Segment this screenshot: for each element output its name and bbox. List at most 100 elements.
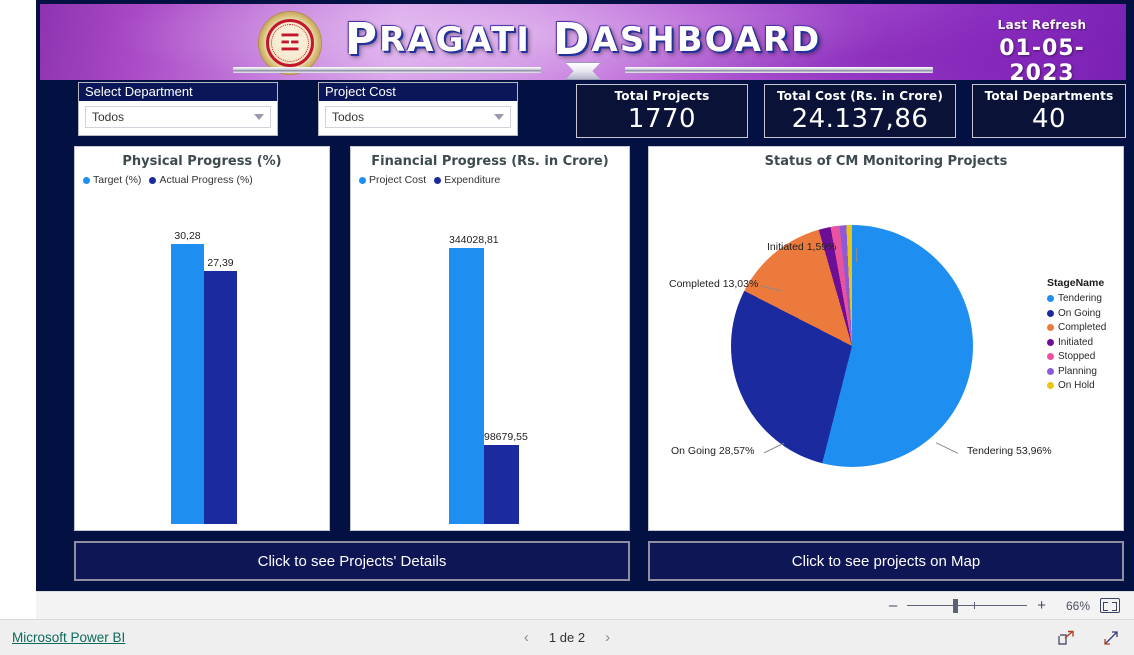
- pie-legend-swatch: [1047, 367, 1054, 375]
- projects-details-button-label: Click to see Projects' Details: [257, 552, 447, 570]
- pie-legend-label: Completed: [1058, 322, 1107, 333]
- page-title: PRAGATI DASHBOARD: [40, 14, 1126, 65]
- pie-legend-label: Tendering: [1058, 293, 1102, 304]
- zoom-slider-tick: [974, 601, 976, 609]
- legend-item-target[interactable]: Target (%): [83, 174, 141, 186]
- pie-legend-item-on-hold[interactable]: On Hold: [1047, 380, 1106, 391]
- next-page-icon[interactable]: ›: [605, 629, 610, 646]
- last-refresh-date: 01-05-2023: [999, 36, 1085, 80]
- report-canvas: ☲ PRAGATI DASHBOARD Last Refresh 01-05-20…: [36, 0, 1134, 591]
- kpi-total-cost-value: 24.137,86: [791, 104, 929, 134]
- kpi-card-total-projects: Total Projects 1770: [576, 84, 748, 138]
- bar-fill: [449, 248, 484, 524]
- chart-financial-progress[interactable]: Financial Progress (Rs. in Crore) Projec…: [350, 146, 630, 531]
- zoom-out-button[interactable]: –: [889, 598, 897, 613]
- chevron-down-icon[interactable]: [494, 114, 504, 120]
- footer-actions: [1058, 629, 1120, 647]
- share-icon[interactable]: [1058, 629, 1076, 647]
- bar-target[interactable]: 30,28: [171, 230, 204, 524]
- legend-item-expenditure[interactable]: Expenditure: [434, 174, 500, 186]
- zoom-percentage: 66%: [1065, 598, 1090, 613]
- pie-legend-label: On Hold: [1058, 380, 1095, 391]
- chart-financial-progress-plot: 344028,81 98679,55: [351, 197, 629, 530]
- legend-swatch-target: [83, 176, 90, 184]
- bar-fill: [204, 271, 237, 524]
- slicer-project-cost-dropdown[interactable]: Todos: [325, 106, 511, 128]
- legend-item-actual-progress[interactable]: Actual Progress (%): [149, 174, 253, 186]
- legend-swatch-project-cost: [359, 176, 366, 184]
- slicer-select-department[interactable]: Select Department Todos: [78, 82, 278, 136]
- pie-legend-label: Initiated: [1058, 336, 1094, 348]
- pie-legend-swatch: [1047, 324, 1054, 331]
- chart-financial-progress-title: Financial Progress (Rs. in Crore): [371, 154, 609, 169]
- slicer-project-cost-label: Project Cost: [319, 83, 517, 101]
- page-title-second: ASHBOARD: [591, 20, 822, 60]
- slicer-project-cost[interactable]: Project Cost Todos: [318, 82, 518, 136]
- pie-legend-title: StageName: [1047, 277, 1105, 289]
- pie-label-completed: Completed 13,03%: [669, 278, 759, 290]
- bar-group: 344028,81 98679,55: [449, 206, 528, 524]
- chart-physical-progress[interactable]: Physical Progress (%) Target (%) Actual …: [74, 146, 330, 531]
- dashboard-banner: ☲ PRAGATI DASHBOARD Last Refresh 01-05-20…: [40, 4, 1126, 80]
- slicer-select-department-value: Todos: [92, 110, 125, 124]
- bar-project-cost[interactable]: 344028,81: [449, 234, 499, 524]
- projects-details-button[interactable]: Click to see Projects' Details: [74, 541, 630, 581]
- chevron-down-icon[interactable]: [254, 114, 264, 120]
- pie-legend-swatch: [1047, 295, 1054, 302]
- legend-item-project-cost[interactable]: Project Cost: [359, 174, 426, 186]
- zoom-toolbar: – + 66%: [36, 591, 1134, 619]
- legend-label-expenditure: Expenditure: [444, 174, 501, 186]
- legend-label-actual-progress: Actual Progress (%): [159, 174, 253, 186]
- projects-map-button-label: Click to see projects on Map: [791, 552, 981, 570]
- chart-physical-progress-title: Physical Progress (%): [122, 154, 282, 169]
- kpi-card-total-cost: Total Cost (Rs. in Crore) 24.137,86: [764, 84, 956, 138]
- kpi-total-departments-title: Total Departments: [984, 89, 1114, 103]
- legend-swatch-expenditure: [434, 176, 442, 184]
- page-indicator: 1 de 2: [548, 630, 586, 645]
- pie-legend-label: Stopped: [1058, 351, 1096, 362]
- page-title-second-initial: D: [552, 14, 592, 65]
- bar-value-label: 30,28: [174, 230, 201, 242]
- pie-label-initiated: Initiated 1,59%: [767, 241, 837, 253]
- legend-label-target: Target (%): [93, 174, 142, 186]
- legend-label-project-cost: Project Cost: [369, 174, 427, 186]
- slicer-select-department-dropdown[interactable]: Todos: [85, 106, 271, 128]
- pie-legend-item-initiated[interactable]: Initiated: [1047, 337, 1106, 348]
- kpi-total-departments-value: 40: [1031, 104, 1067, 134]
- bar-actual-progress[interactable]: 27,39: [204, 257, 237, 524]
- chart-status-cm-monitoring[interactable]: Status of CM Monitoring Projects Initiat…: [648, 146, 1124, 531]
- zoom-slider-track: [907, 604, 1028, 606]
- page-title-main: RAGATI: [378, 20, 531, 60]
- bar-expenditure[interactable]: 98679,55: [484, 431, 528, 524]
- last-refresh-label: Last Refresh: [997, 18, 1087, 32]
- zoom-slider[interactable]: [907, 598, 1028, 613]
- power-bi-brand-link[interactable]: Microsoft Power BI: [12, 630, 125, 645]
- fit-to-page-icon[interactable]: [1100, 598, 1120, 613]
- pie-legend-swatch: [1047, 353, 1054, 360]
- pie-legend-swatch: [1047, 309, 1054, 317]
- chart-physical-progress-plot: 30,28 27,39: [75, 197, 329, 530]
- previous-page-icon[interactable]: ‹: [524, 629, 529, 646]
- viewer-footer: Microsoft Power BI ‹ 1 de 2 ›: [0, 619, 1134, 655]
- ornament-gem-icon: [565, 62, 601, 80]
- pie-legend-item-tendering[interactable]: Tendering: [1047, 293, 1106, 304]
- pie-legend-swatch: [1047, 338, 1054, 346]
- fullscreen-icon[interactable]: [1102, 629, 1120, 647]
- last-refresh: Last Refresh 01-05-2023: [968, 18, 1116, 80]
- pie-legend-item-planning[interactable]: Planning: [1047, 366, 1106, 377]
- pie-legend-item-on-going[interactable]: On Going: [1047, 308, 1106, 319]
- slicer-select-department-label: Select Department: [79, 83, 277, 101]
- pie-legend-item-stopped[interactable]: Stopped: [1047, 351, 1106, 362]
- chart-physical-progress-legend: Target (%) Actual Progress (%): [75, 169, 329, 186]
- zoom-slider-thumb[interactable]: [952, 598, 958, 613]
- projects-map-button[interactable]: Click to see projects on Map: [648, 541, 1124, 581]
- pie-legend: StageName Tendering On Going Completed Init…: [1047, 277, 1106, 395]
- pie-label-tendering: Tendering 53,96%: [967, 445, 1052, 457]
- kpi-total-cost-title: Total Cost (Rs. in Crore): [776, 89, 943, 103]
- pie-legend-label: Planning: [1058, 365, 1097, 377]
- slicer-project-cost-value: Todos: [332, 110, 365, 124]
- bar-fill: [171, 244, 204, 524]
- zoom-in-button[interactable]: +: [1037, 598, 1046, 613]
- kpi-total-projects-title: Total Projects: [614, 89, 710, 103]
- pie-legend-item-completed[interactable]: Completed: [1047, 322, 1106, 333]
